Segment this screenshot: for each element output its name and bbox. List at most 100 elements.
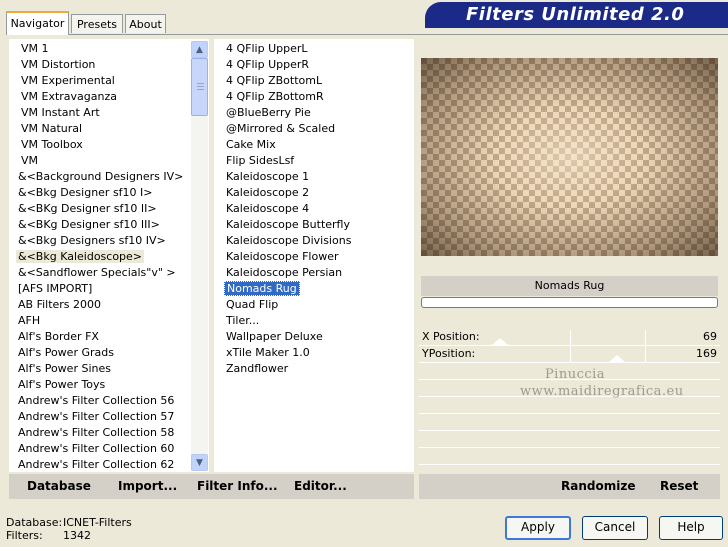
category-item[interactable]: Andrew's Filter Collection 62	[18, 457, 190, 473]
category-item[interactable]: Alf's Power Sines	[18, 361, 190, 377]
filter-item[interactable]: Kaleidoscope 2	[226, 185, 406, 201]
filter-list[interactable]: 4 QFlip UpperL 4 QFlip UpperR 4 QFlip ZBot…	[224, 41, 406, 377]
category-item[interactable]: VM Toolbox	[18, 137, 190, 153]
filter-item[interactable]: Wallpaper Deluxe	[226, 329, 406, 345]
category-item[interactable]: [AFS IMPORT]	[18, 281, 190, 297]
category-item[interactable]: VM Experimental	[18, 73, 190, 89]
category-item[interactable]: Andrew's Filter Collection 60	[18, 441, 190, 457]
filter-item[interactable]: 4 QFlip UpperL	[226, 41, 406, 57]
filter-item-label: 4 QFlip UpperR	[226, 58, 310, 71]
category-item[interactable]: &<Bkg Designer sf10 I>	[18, 185, 190, 201]
tab-presets[interactable]: Presets	[71, 14, 123, 33]
filter-item[interactable]: Kaleidoscope Persian	[226, 265, 406, 281]
filter-item[interactable]: xTile Maker 1.0	[226, 345, 406, 361]
filter-info-button[interactable]: Filter Info...	[197, 479, 278, 493]
filter-item-label: xTile Maker 1.0	[226, 346, 310, 359]
tab-divider	[6, 34, 728, 35]
category-item-label: &<BKg Designer sf10 II>	[18, 202, 157, 215]
category-item-label: VM 1	[21, 42, 49, 55]
category-item[interactable]: VM Distortion	[18, 57, 190, 73]
category-item[interactable]: &<BKg Designer sf10 III>	[18, 217, 190, 233]
category-item[interactable]: AB Filters 2000	[18, 297, 190, 313]
scroll-up-icon[interactable]: ▲	[191, 41, 208, 58]
filter-item[interactable]: @BlueBerry Pie	[226, 105, 406, 121]
filter-item[interactable]: Kaleidoscope 4	[226, 201, 406, 217]
import-button[interactable]: Import...	[118, 479, 177, 493]
y-position-slider[interactable]: YPosition: 169	[419, 346, 720, 363]
scroll-down-icon[interactable]: ▼	[191, 454, 208, 471]
editor-button[interactable]: Editor...	[294, 479, 347, 493]
filter-item-label: @BlueBerry Pie	[226, 106, 311, 119]
tab-about[interactable]: About	[125, 14, 166, 33]
y-position-label: YPosition:	[422, 347, 476, 360]
filter-item-label: Tiler...	[226, 314, 260, 327]
category-item[interactable]: &<Bkg Designers sf10 IV>	[18, 233, 190, 249]
category-item-label: Andrew's Filter Collection 58	[18, 426, 175, 439]
x-slider-handle-icon[interactable]	[492, 338, 508, 345]
category-item[interactable]: VM Instant Art	[18, 105, 190, 121]
filter-item[interactable]: 4 QFlip ZBottomL	[226, 73, 406, 89]
filter-item[interactable]: Kaleidoscope Butterfly	[226, 217, 406, 233]
y-slider-handle-icon[interactable]	[609, 355, 625, 362]
filter-item-label: Kaleidoscope Butterfly	[226, 218, 350, 231]
reset-button[interactable]: Reset	[660, 479, 698, 493]
filter-item-label: Kaleidoscope Flower	[226, 250, 339, 263]
database-label: Database:	[6, 516, 63, 529]
database-button[interactable]: Database	[27, 479, 91, 493]
database-value: ICNET-Filters	[63, 516, 132, 529]
category-item-label: Alf's Power Toys	[18, 378, 106, 391]
filter-item-label: @Mirrored & Scaled	[226, 122, 336, 135]
category-item[interactable]: &<Bkg Kaleidoscope>	[16, 249, 190, 265]
category-item-label: &<Bkg Kaleidoscope>	[16, 250, 145, 263]
category-scrollbar[interactable]: ▲ ▼	[191, 41, 208, 471]
category-item[interactable]: Alf's Power Grads	[18, 345, 190, 361]
category-item-label: Andrew's Filter Collection 56	[18, 394, 175, 407]
filter-item[interactable]: 4 QFlip ZBottomR	[226, 89, 406, 105]
category-item-label: VM Instant Art	[21, 106, 100, 119]
y-position-value: 169	[696, 347, 717, 360]
filter-item[interactable]: Nomads Rug	[224, 281, 406, 297]
category-item[interactable]: Alf's Power Toys	[18, 377, 190, 393]
apply-button[interactable]: Apply	[505, 516, 571, 540]
filter-preview-image	[421, 58, 718, 256]
filter-item-label: Kaleidoscope 2	[226, 186, 310, 199]
help-button[interactable]: Help	[659, 516, 723, 540]
scroll-thumb[interactable]	[191, 58, 208, 116]
cancel-button[interactable]: Cancel	[582, 516, 648, 540]
filter-item[interactable]: Quad Flip	[226, 297, 406, 313]
category-item-label: VM	[21, 154, 39, 167]
filter-item[interactable]: Tiler...	[226, 313, 406, 329]
filter-item-label: Flip SidesLsf	[226, 154, 295, 167]
category-item-label: AFH	[18, 314, 41, 327]
category-item[interactable]: VM Extravaganza	[18, 89, 190, 105]
category-item[interactable]: AFH	[18, 313, 190, 329]
category-list[interactable]: VM 1 VM Distortion VM Experimental VM Extra…	[16, 41, 190, 473]
filter-item-label: 4 QFlip ZBottomR	[226, 90, 324, 103]
category-item[interactable]: VM	[18, 153, 190, 169]
filter-item[interactable]: Kaleidoscope Divisions	[226, 233, 406, 249]
category-item[interactable]: VM Natural	[18, 121, 190, 137]
filter-item[interactable]: 4 QFlip UpperR	[226, 57, 406, 73]
filter-item[interactable]: @Mirrored & Scaled	[226, 121, 406, 137]
tab-navigator[interactable]: Navigator	[6, 11, 69, 35]
category-item-label: Andrew's Filter Collection 60	[18, 442, 175, 455]
filter-item[interactable]: Cake Mix	[226, 137, 406, 153]
category-item[interactable]: &<Sandflower Specials"v" >	[18, 265, 190, 281]
category-item[interactable]: &<Background Designers IV>	[18, 169, 190, 185]
category-item[interactable]: Andrew's Filter Collection 58	[18, 425, 190, 441]
filter-item[interactable]: Zandflower	[226, 361, 406, 377]
filter-item-label: Quad Flip	[226, 298, 279, 311]
filter-item[interactable]: Flip SidesLsf	[226, 153, 406, 169]
category-item-label: &<BKg Designer sf10 III>	[18, 218, 160, 231]
x-position-slider[interactable]: X Position: 69	[419, 329, 720, 346]
category-item[interactable]: Alf's Border FX	[18, 329, 190, 345]
filter-item[interactable]: Kaleidoscope 1	[226, 169, 406, 185]
filter-item[interactable]: Kaleidoscope Flower	[226, 249, 406, 265]
category-item[interactable]: VM 1	[18, 41, 190, 57]
filter-item-label: Wallpaper Deluxe	[226, 330, 323, 343]
randomize-button[interactable]: Randomize	[561, 479, 635, 493]
category-item[interactable]: &<BKg Designer sf10 II>	[18, 201, 190, 217]
category-item[interactable]: Andrew's Filter Collection 57	[18, 409, 190, 425]
category-item-label: Alf's Power Sines	[18, 362, 111, 375]
category-item[interactable]: Andrew's Filter Collection 56	[18, 393, 190, 409]
